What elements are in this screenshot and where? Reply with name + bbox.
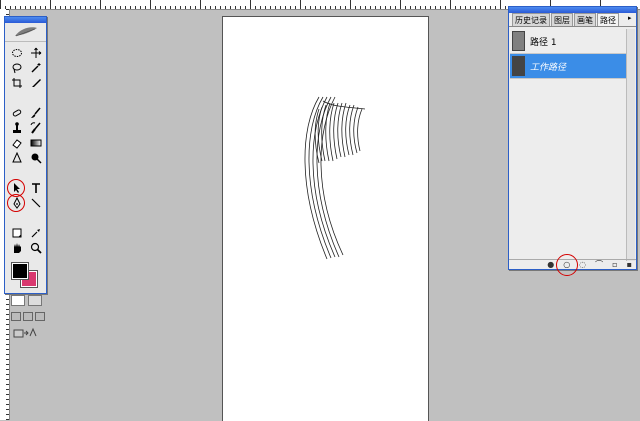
path-thumbnail: [512, 56, 525, 76]
tab-layers[interactable]: 图层: [551, 13, 573, 26]
quick-mask-mode-icon[interactable]: [28, 295, 42, 306]
blur-icon[interactable]: [9, 151, 25, 165]
brush-icon[interactable]: [28, 106, 44, 120]
healing-brush-icon[interactable]: [9, 106, 25, 120]
zoom-icon[interactable]: [28, 241, 44, 255]
panel-footer: ● ○ ◌ ⌒ ▫ ▪: [509, 253, 636, 276]
panel-tabs: 历史记录 图层 画笔 路径 ▸: [509, 13, 636, 27]
clone-stamp-icon[interactable]: [9, 121, 25, 135]
full-screen-menu-icon[interactable]: [23, 312, 33, 321]
delete-path-icon[interactable]: ▪: [627, 260, 632, 269]
path-thumbnail: [512, 31, 525, 51]
gradient-icon[interactable]: [28, 136, 44, 150]
foreground-color-swatch[interactable]: [11, 262, 29, 280]
line-icon[interactable]: [28, 196, 44, 210]
lasso-icon[interactable]: [9, 61, 25, 75]
stroke-path-icon[interactable]: ○: [556, 253, 579, 276]
hair-strand: [320, 96, 344, 256]
load-selection-icon[interactable]: ◌: [579, 260, 586, 269]
magic-wand-icon[interactable]: [28, 61, 44, 75]
tab-brushes[interactable]: 画笔: [574, 13, 596, 26]
hand-icon[interactable]: [9, 241, 25, 255]
path-list: 路径 1 工作路径: [510, 29, 634, 79]
new-path-icon[interactable]: ▫: [612, 260, 617, 269]
path-name: 路径 1: [530, 37, 557, 48]
path-selection-icon[interactable]: [7, 179, 25, 197]
standard-mode-icon[interactable]: [11, 295, 25, 306]
hair-strand: [337, 102, 343, 158]
paths-panel: 历史记录 图层 画笔 路径 ▸ 路径 1 工作路径 ● ○ ◌ ⌒ ▫ ▪: [508, 6, 637, 276]
eraser-icon[interactable]: [9, 136, 25, 150]
tab-paths[interactable]: 路径: [597, 13, 619, 26]
full-screen-icon[interactable]: [35, 312, 45, 321]
jump-to-imageready-icon[interactable]: [5, 321, 46, 339]
dodge-icon[interactable]: [28, 151, 44, 165]
tab-history[interactable]: 历史记录: [512, 13, 550, 26]
path-row-path-1[interactable]: 路径 1: [510, 29, 634, 54]
fill-path-icon[interactable]: ●: [547, 260, 554, 269]
standard-screen-icon[interactable]: [11, 312, 21, 321]
color-swatches: [9, 261, 46, 291]
marquee-icon[interactable]: [9, 46, 25, 60]
panel-scrollbar[interactable]: [626, 29, 635, 261]
notes-icon[interactable]: [9, 226, 25, 240]
history-brush-icon[interactable]: [28, 121, 44, 135]
panel-menu-icon[interactable]: ▸: [628, 13, 636, 26]
hair-strand: [357, 108, 363, 152]
path-name: 工作路径: [530, 62, 567, 73]
path-row-work-path[interactable]: 工作路径: [510, 54, 634, 79]
feather-logo-icon[interactable]: [5, 23, 46, 42]
toolbox: [4, 16, 47, 338]
slice-icon[interactable]: [28, 76, 44, 90]
move-icon[interactable]: [28, 46, 44, 60]
type-icon[interactable]: [28, 181, 44, 195]
pen-icon[interactable]: [7, 194, 25, 212]
crop-icon[interactable]: [9, 76, 25, 90]
document-canvas[interactable]: [222, 16, 429, 421]
hair-strand: [308, 96, 332, 259]
stroked-hair-paths: [304, 96, 366, 260]
eyedropper-icon[interactable]: [28, 226, 44, 240]
hair-strand: [316, 96, 340, 258]
make-work-path-icon[interactable]: ⌒: [595, 260, 603, 269]
